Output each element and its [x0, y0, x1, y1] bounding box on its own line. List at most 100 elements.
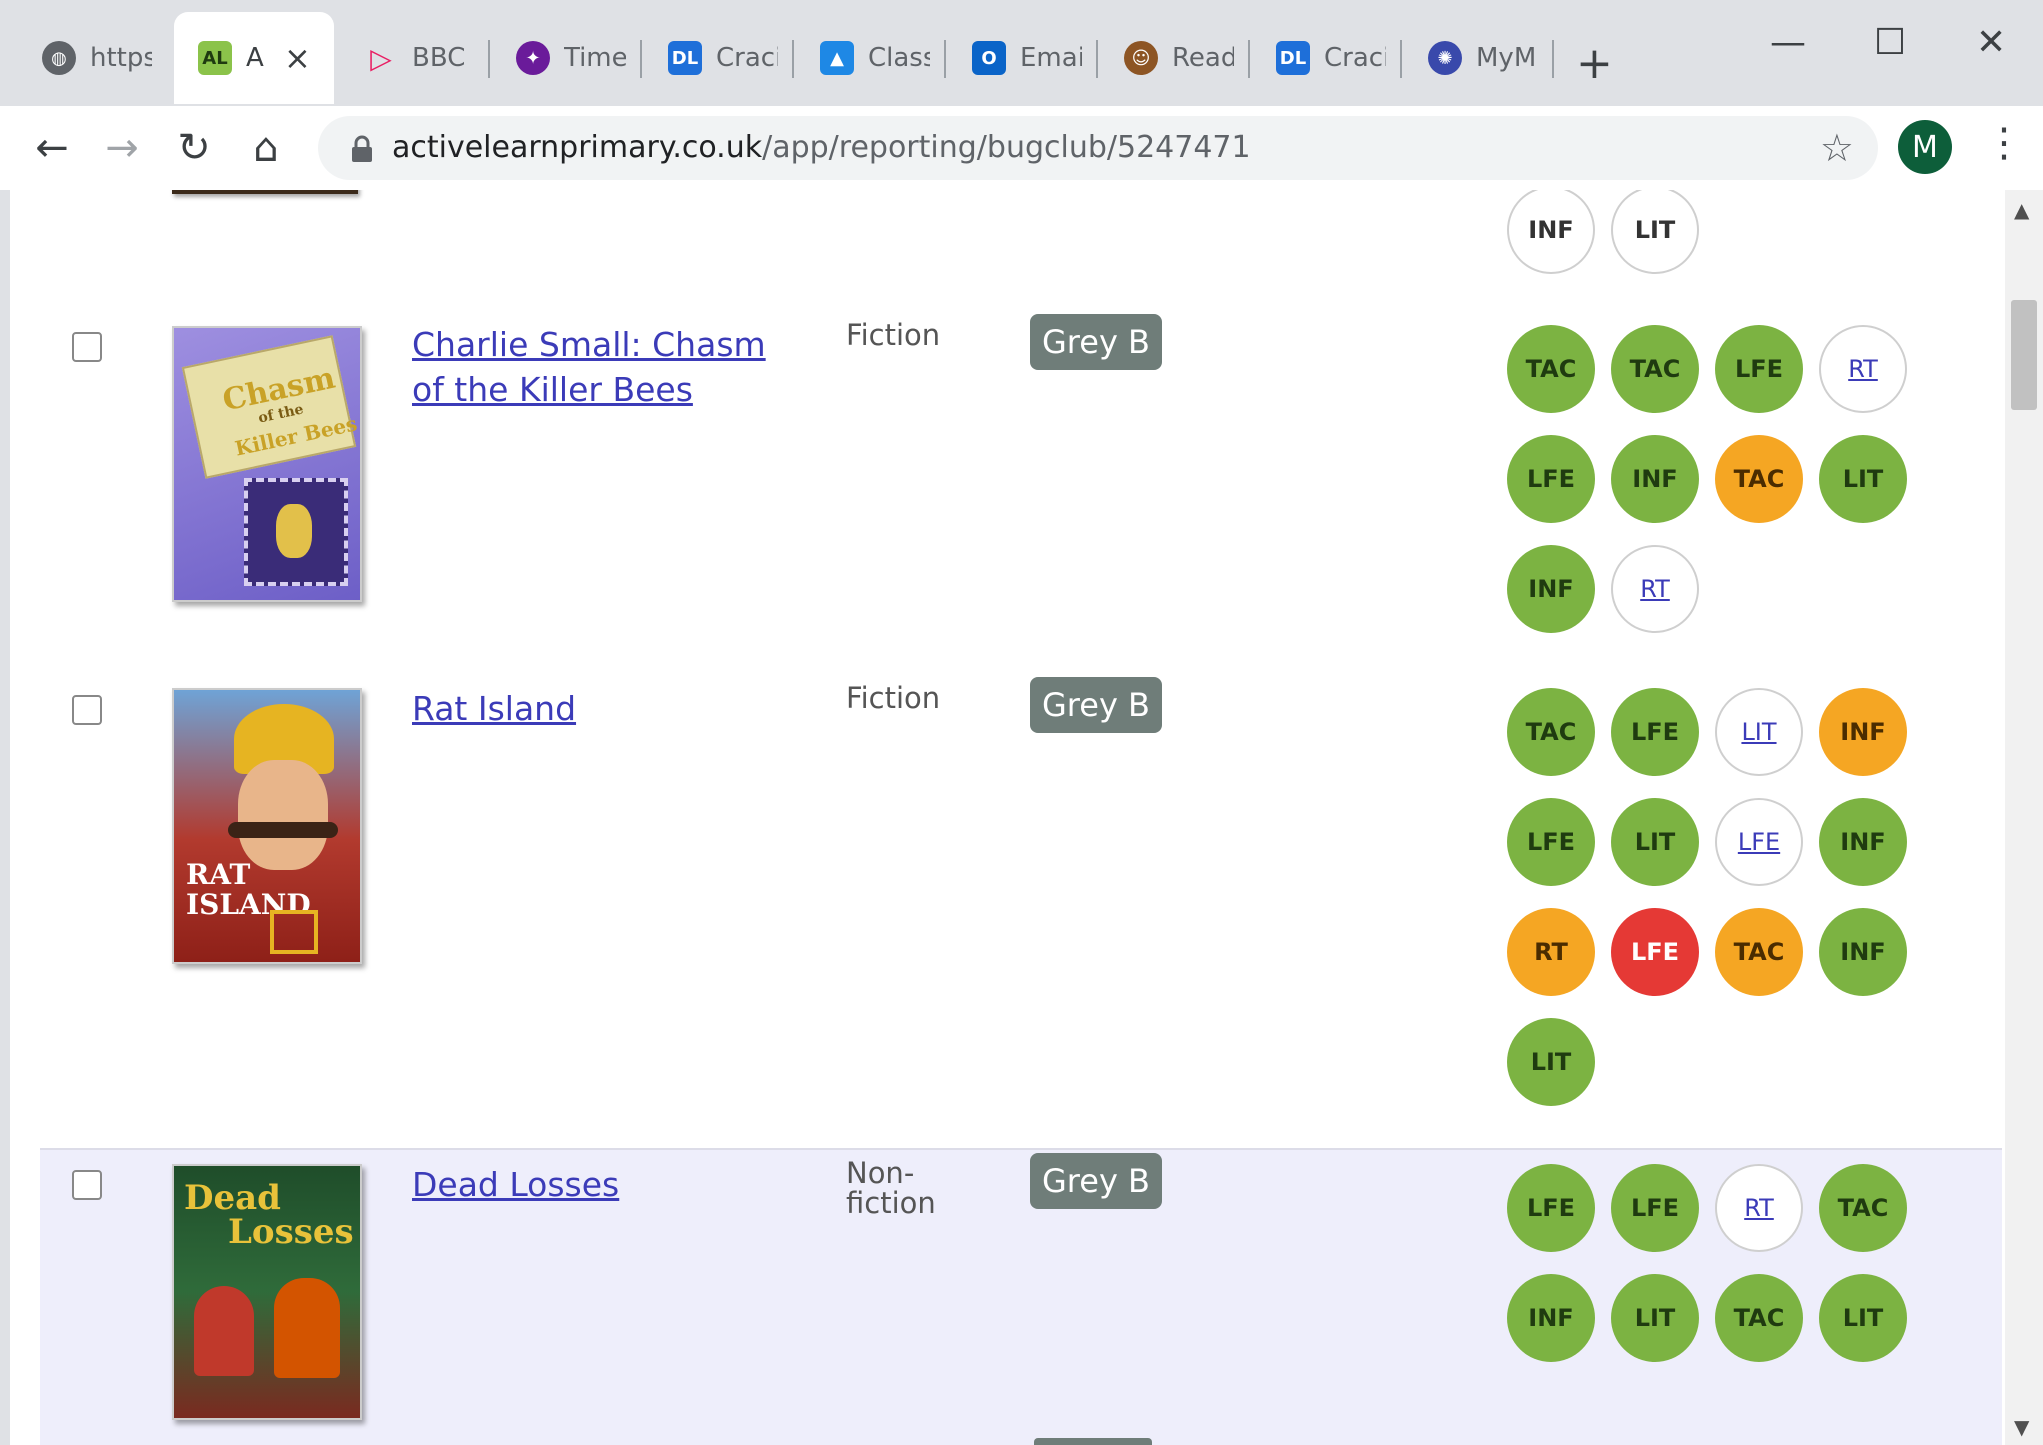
assessment-circle: INF — [1819, 908, 1907, 996]
mym-icon: ✺ — [1428, 41, 1462, 75]
assessment-circle: TAC — [1507, 688, 1595, 776]
level-badge: Grey B — [1030, 314, 1162, 370]
tab-separator — [1096, 40, 1098, 78]
tab-class[interactable]: ▲ Class — [796, 12, 944, 104]
classroom-icon: ▲ — [820, 41, 854, 75]
assessment-circle: LFE — [1715, 325, 1803, 413]
assessment-circle: LFE — [1507, 435, 1595, 523]
lock-icon — [352, 135, 372, 162]
tab-time[interactable]: ✦ Time — [492, 12, 640, 104]
tab-email[interactable]: O Emai — [948, 12, 1096, 104]
address-bar[interactable]: activelearnprimary.co.uk/app/reporting/b… — [318, 116, 1878, 180]
al-logo-icon: AL — [198, 41, 232, 75]
assessment-circle: INF — [1819, 688, 1907, 776]
cover-character-art — [194, 1286, 254, 1376]
url-host: activelearnprimary.co.uk — [392, 130, 763, 165]
tab-separator — [792, 40, 794, 78]
book-genre: Fiction — [846, 320, 966, 350]
browser-toolbar: ← → ↻ ⌂ activelearnprimary.co.uk/app/rep… — [0, 106, 2043, 192]
tab-bbc[interactable]: ▷ BBC — [340, 12, 488, 104]
tab-craci-1[interactable]: DL Craci — [644, 12, 792, 104]
new-tab-button[interactable]: + — [1576, 42, 1613, 86]
tab-separator — [488, 40, 490, 78]
book-title-link[interactable]: Dead Losses — [412, 1162, 812, 1207]
bird-icon: ✦ — [516, 41, 550, 75]
assessment-circle: LIT — [1611, 798, 1699, 886]
back-button[interactable]: ← — [26, 122, 78, 174]
tab-mym[interactable]: ✺ MyM — [1404, 12, 1552, 104]
scroll-up-arrow-icon[interactable]: ▲ — [2014, 198, 2029, 222]
outlook-icon: O — [972, 41, 1006, 75]
profile-avatar[interactable]: M — [1898, 120, 1952, 174]
book-title-line: Dead Losses — [412, 1165, 620, 1204]
tab-activelearn[interactable]: AL A × — [174, 12, 334, 104]
book-cover-charlie-small[interactable]: Chasm of the Killer Bees — [172, 326, 362, 602]
assessment-circle: LFE — [1507, 1164, 1595, 1252]
assessment-circle: LFE — [1611, 908, 1699, 996]
menu-kebab-icon[interactable]: ⋮ — [1984, 120, 2024, 166]
url-text: activelearnprimary.co.uk/app/reporting/b… — [392, 130, 1251, 165]
cover-title: RAT — [186, 858, 251, 891]
tab-https[interactable]: ◍ https: — [18, 12, 172, 104]
scroll-down-arrow-icon[interactable]: ▼ — [2014, 1415, 2029, 1439]
book-cover-dead-losses[interactable]: Dead Losses — [172, 1164, 362, 1420]
reload-button[interactable]: ↻ — [168, 122, 220, 174]
assessment-circle: INF — [1507, 1274, 1595, 1362]
tab-craci-2[interactable]: DL Craci — [1252, 12, 1400, 104]
scrollbar-thumb[interactable] — [2011, 300, 2037, 410]
window-left-edge — [0, 190, 10, 1445]
dl-logo-icon: DL — [1276, 41, 1310, 75]
assessment-circle: TAC — [1611, 325, 1699, 413]
book-genre: Non- fiction — [846, 1158, 966, 1218]
tab-read[interactable]: ☺ Read — [1100, 12, 1248, 104]
book-title-line: Rat Island — [412, 689, 577, 728]
url-path: /app/reporting/bugclub/5247471 — [762, 130, 1251, 165]
level-badge: Grey B — [1030, 677, 1162, 733]
assessment-circle: INF — [1507, 190, 1595, 274]
previous-book-cover[interactable] — [172, 190, 358, 194]
close-tab-icon[interactable]: × — [284, 39, 311, 77]
assessment-circle-link[interactable]: RT — [1819, 325, 1907, 413]
cover-face-art — [238, 760, 328, 870]
genre-line: Fiction — [846, 318, 941, 352]
select-book-checkbox[interactable] — [72, 332, 102, 362]
close-window-button[interactable]: ✕ — [1976, 22, 2006, 63]
select-book-checkbox[interactable] — [72, 695, 102, 725]
browser-tab-strip: ◍ https: AL A × ▷ BBC ✦ Time DL Craci ▲ … — [0, 0, 2043, 106]
select-book-checkbox[interactable] — [72, 1170, 102, 1200]
genre-line: Non- — [846, 1156, 915, 1190]
level-badge: Grey B — [1030, 1153, 1162, 1209]
assessment-circle: TAC — [1715, 908, 1803, 996]
bee-icon — [276, 504, 312, 558]
book-title-line: Charlie Small: Chasm — [412, 325, 766, 364]
assessment-circle: INF — [1611, 435, 1699, 523]
assessment-circle: LFE — [1507, 798, 1595, 886]
tab-separator — [640, 40, 642, 78]
assessment-circle: INF — [1819, 798, 1907, 886]
book-title-line: of the Killer Bees — [412, 370, 693, 409]
maximize-button[interactable]: ☐ — [1874, 22, 1906, 63]
assessment-circle: LIT — [1611, 190, 1699, 274]
book-title-link[interactable]: Rat Island — [412, 686, 812, 731]
assessment-circle-link[interactable]: LIT — [1715, 688, 1803, 776]
bookmark-star-icon[interactable]: ☆ — [1820, 126, 1854, 170]
assessment-circle: LIT — [1819, 435, 1907, 523]
assessment-circle: LIT — [1611, 1274, 1699, 1362]
book-cover-rat-island[interactable]: RAT ISLAND — [172, 688, 362, 964]
assessment-circle: LFE — [1611, 1164, 1699, 1252]
book-title-link[interactable]: Charlie Small: Chasm of the Killer Bees — [412, 322, 812, 412]
assessment-circle: TAC — [1819, 1164, 1907, 1252]
assessment-circle: INF — [1507, 545, 1595, 633]
assessment-circle-link[interactable]: LFE — [1715, 798, 1803, 886]
tab-separator — [1552, 40, 1554, 78]
page-scrollbar[interactable]: ▲ ▼ — [2005, 190, 2043, 1445]
home-button[interactable]: ⌂ — [240, 122, 292, 174]
tab-separator — [1248, 40, 1250, 78]
minimize-button[interactable]: — — [1770, 22, 1806, 63]
cover-character-art — [274, 1278, 340, 1378]
reader-icon: ☺ — [1124, 41, 1158, 75]
assessment-circle-link[interactable]: RT — [1611, 545, 1699, 633]
forward-button[interactable]: → — [96, 122, 148, 174]
assessment-circle-link[interactable]: RT — [1715, 1164, 1803, 1252]
assessment-circle: LFE — [1611, 688, 1699, 776]
